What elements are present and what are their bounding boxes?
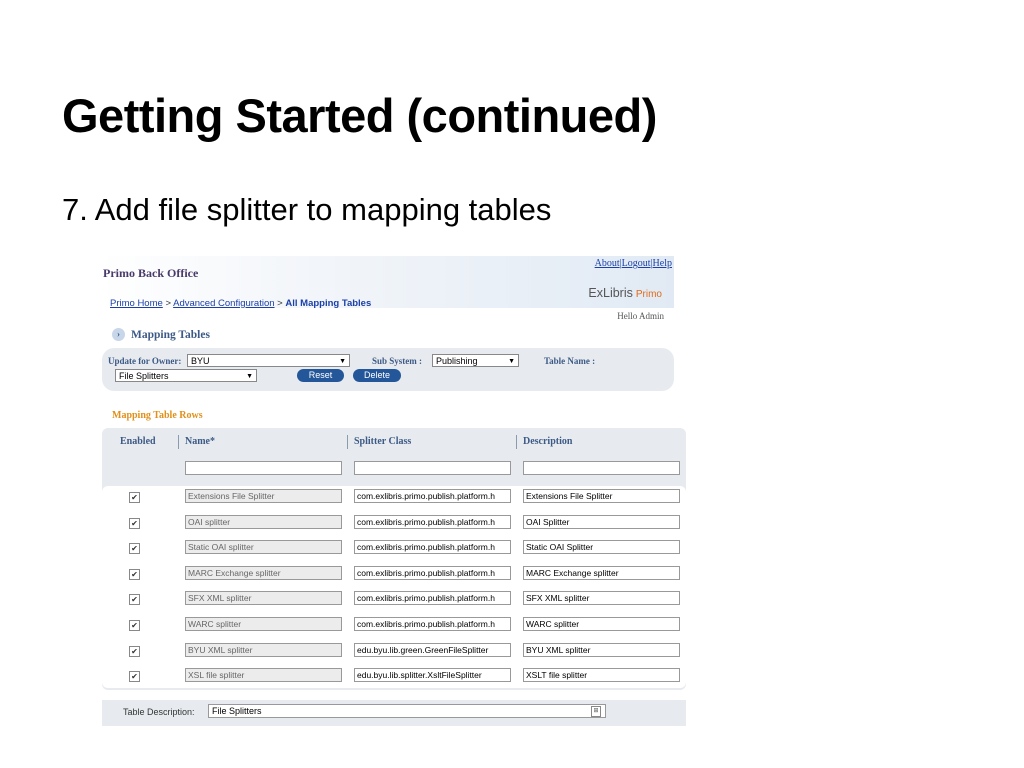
enabled-checkbox[interactable]: ✔	[129, 645, 140, 657]
breadcrumb-sep: >	[165, 298, 171, 309]
table-row: ✔ SFX XML splitter com.exlibris.primo.publ…	[102, 591, 686, 611]
primo-screenshot: Primo Back Office About|Logout|Help Prim…	[100, 256, 686, 726]
splitter-class-input[interactable]: com.exlibris.primo.publish.platform.h	[354, 565, 511, 580]
splitter-class-input[interactable]: edu.byu.lib.green.GreenFileSplitter	[354, 642, 511, 657]
description-input[interactable]: Static OAI Splitter	[523, 540, 680, 555]
splitter-class-input[interactable]: com.exlibris.primo.publish.platform.h	[354, 489, 511, 503]
name-cell: WARC splitter	[185, 617, 342, 631]
name-cell: MARC Exchange splitter	[185, 565, 342, 580]
filter-bar: Update for Owner: BYU ▼ Sub System : Pub…	[102, 348, 674, 391]
table-description-value: File Splitters	[212, 706, 262, 716]
column-divider	[178, 435, 179, 449]
enabled-checkbox[interactable]: ✔	[129, 620, 140, 631]
column-name: Name*	[185, 436, 215, 447]
table-row: ✔ BYU XML splitter edu.byu.lib.green.Green…	[102, 642, 686, 663]
enabled-checkbox[interactable]: ✔	[129, 517, 140, 529]
subsystem-select[interactable]: Publishing ▼	[432, 354, 519, 367]
class-filter-input[interactable]	[354, 461, 511, 475]
enabled-checkbox[interactable]: ✔	[129, 568, 140, 580]
app-title: Primo Back Office	[103, 266, 199, 280]
reset-button[interactable]: Reset	[297, 369, 344, 382]
about-link[interactable]: About	[595, 258, 620, 269]
subsystem-value: Publishing	[436, 356, 478, 366]
tablename-label: Table Name :	[544, 356, 596, 366]
logout-link[interactable]: Logout	[622, 258, 651, 269]
description-input[interactable]: MARC Exchange splitter	[523, 565, 680, 580]
table-row: ✔ Extensions File Splitter com.exlibris.pr…	[102, 489, 686, 509]
slide-subtitle: 7. Add file splitter to mapping tables	[62, 192, 552, 227]
description-input[interactable]: WARC splitter	[523, 617, 680, 631]
table-description-input[interactable]: File Splitters ⊞	[208, 704, 606, 718]
chevron-down-icon: ▼	[508, 358, 515, 365]
description-input[interactable]: XSLT file splitter	[523, 668, 680, 683]
tablename-select[interactable]: File Splitters ▼	[115, 369, 257, 382]
breadcrumb: Primo Home > Advanced Configuration > Al…	[110, 298, 371, 309]
table-row: ✔ OAI splitter com.exlibris.primo.publish.…	[102, 514, 686, 535]
breadcrumb-advanced[interactable]: Advanced Configuration	[173, 298, 274, 309]
logo-product: Primo	[635, 289, 662, 300]
breadcrumb-sep: >	[277, 298, 283, 309]
name-filter-input[interactable]	[185, 461, 342, 475]
column-enabled: Enabled	[120, 436, 156, 447]
chevron-down-icon: ▼	[339, 358, 346, 365]
owner-value: BYU	[191, 356, 210, 366]
description-input[interactable]: SFX XML splitter	[523, 591, 680, 606]
section-title: › Mapping Tables	[112, 328, 210, 341]
description-input[interactable]: OAI Splitter	[523, 514, 680, 529]
delete-button[interactable]: Delete	[353, 369, 401, 382]
splitter-class-input[interactable]: com.exlibris.primo.publish.platform.h	[354, 540, 511, 555]
splitter-class-input[interactable]: com.exlibris.primo.publish.platform.h	[354, 591, 511, 606]
splitter-class-input[interactable]: com.exlibris.primo.publish.platform.h	[354, 514, 511, 529]
logo-brand: ExLibris	[588, 286, 633, 300]
column-divider	[516, 435, 517, 449]
help-link[interactable]: Help	[653, 258, 672, 269]
expand-icon[interactable]: ⊞	[591, 706, 601, 717]
table-row: ✔ Static OAI splitter com.exlibris.primo.p…	[102, 540, 686, 560]
column-divider	[347, 435, 348, 449]
breadcrumb-home[interactable]: Primo Home	[110, 298, 163, 309]
table-row: ✔ XSL file splitter edu.byu.lib.splitter.X…	[102, 668, 686, 688]
slide-title: Getting Started (continued)	[62, 89, 657, 142]
column-description: Description	[523, 436, 573, 447]
splitter-class-input[interactable]: edu.byu.lib.splitter.XsltFileSplitter	[354, 668, 511, 683]
enabled-checkbox[interactable]: ✔	[129, 543, 140, 555]
name-cell: SFX XML splitter	[185, 591, 342, 606]
owner-label: Update for Owner:	[108, 356, 182, 366]
name-cell: Static OAI splitter	[185, 540, 342, 555]
owner-select[interactable]: BYU ▼	[187, 354, 350, 367]
section-title-label: Mapping Tables	[131, 328, 210, 341]
name-cell: Extensions File Splitter	[185, 489, 342, 503]
greeting: Hello Admin	[617, 311, 664, 321]
enabled-checkbox[interactable]: ✔	[129, 671, 140, 683]
table-row: ✔ MARC Exchange splitter com.exlibris.prim…	[102, 565, 686, 586]
table-description-label: Table Description:	[123, 707, 195, 717]
splitter-class-input[interactable]: com.exlibris.primo.publish.platform.h	[354, 617, 511, 631]
subsystem-label: Sub System :	[372, 356, 423, 366]
tablename-value: File Splitters	[119, 371, 169, 381]
top-links: About|Logout|Help	[594, 258, 672, 269]
rows-area: ✔ Extensions File Splitter com.exlibris.pr…	[102, 486, 686, 688]
table-description-bar: Table Description: File Splitters ⊞	[102, 700, 686, 726]
name-cell: OAI splitter	[185, 514, 342, 529]
description-filter-input[interactable]	[523, 461, 680, 475]
chevron-right-icon[interactable]: ›	[112, 328, 125, 341]
chevron-down-icon: ▼	[246, 373, 253, 380]
enabled-checkbox[interactable]: ✔	[129, 492, 140, 503]
description-input[interactable]: Extensions File Splitter	[523, 489, 680, 503]
column-splitter-class: Splitter Class	[354, 436, 412, 447]
description-input[interactable]: BYU XML splitter	[523, 642, 680, 657]
breadcrumb-current: All Mapping Tables	[285, 298, 372, 309]
table-row: ✔ WARC splitter com.exlibris.primo.publish…	[102, 617, 686, 637]
enabled-checkbox[interactable]: ✔	[129, 594, 140, 606]
name-cell: XSL file splitter	[185, 668, 342, 683]
exlibris-logo: ExLibris Primo	[588, 286, 662, 300]
rows-title: Mapping Table Rows	[112, 410, 203, 421]
name-cell: BYU XML splitter	[185, 642, 342, 657]
app-header: Primo Back Office About|Logout|Help Prim…	[100, 256, 674, 309]
